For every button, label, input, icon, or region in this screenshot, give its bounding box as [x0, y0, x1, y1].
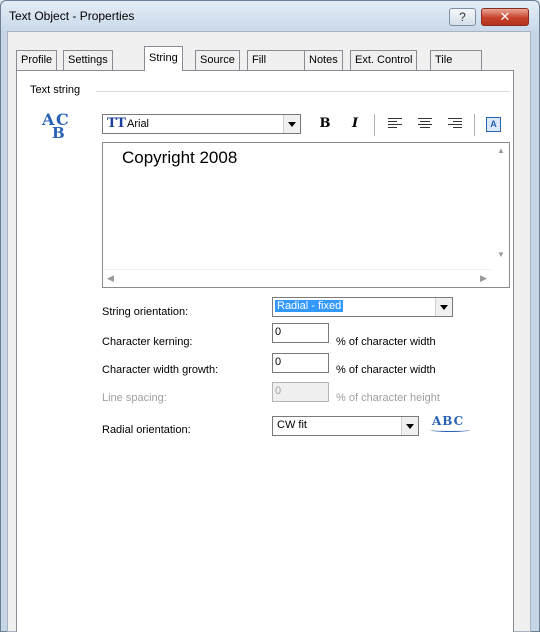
chevron-down-icon[interactable]: [435, 298, 452, 316]
radial-text-preview-icon: ABC: [430, 414, 470, 432]
string-orientation-label: String orientation:: [102, 306, 189, 318]
vertical-scrollbar[interactable]: ▲ ▼: [492, 143, 509, 269]
tab-source[interactable]: Source: [195, 50, 240, 70]
window-title: Text Object - Properties: [9, 9, 135, 23]
line-spacing-field: 0: [272, 382, 329, 402]
width-growth-unit: % of character width: [336, 364, 436, 376]
title-bar[interactable]: Text Object - Properties ? ✕: [1, 1, 539, 31]
line-spacing-label: Line spacing:: [102, 392, 167, 404]
toolbar-separator: [474, 114, 475, 136]
align-left-icon[interactable]: [388, 118, 402, 130]
align-center-icon[interactable]: [418, 118, 432, 130]
help-button[interactable]: ?: [449, 8, 476, 26]
chevron-down-icon[interactable]: [401, 417, 418, 435]
width-growth-field[interactable]: 0: [272, 353, 329, 373]
string-orientation-value: Radial - fixed: [275, 300, 344, 312]
scroll-down-icon[interactable]: ▼: [497, 250, 505, 259]
group-divider: [96, 91, 510, 92]
tab-string[interactable]: String: [144, 46, 183, 71]
tab-strip: Profile Settings String Source Fill Note…: [16, 46, 506, 71]
horizontal-scrollbar[interactable]: ◀ ▶: [103, 269, 492, 287]
radial-orientation-value: CW fit: [277, 419, 307, 431]
tab-ext-control[interactable]: Ext. Control: [350, 50, 418, 70]
tab-settings[interactable]: Settings: [63, 50, 113, 70]
tab-profile[interactable]: Profile: [16, 50, 58, 70]
font-name: Arial: [127, 118, 150, 130]
text-string-value: Copyright 2008: [122, 148, 238, 167]
text-string-input[interactable]: Copyright 2008 ▲ ▼ ◀ ▶: [102, 142, 510, 288]
tab-fill[interactable]: Fill: [247, 50, 307, 70]
truetype-font-icon: TT: [107, 116, 126, 131]
abc-preview-text: ABC: [432, 414, 465, 428]
character-kerning-unit: % of character width: [336, 336, 436, 348]
scroll-up-icon[interactable]: ▲: [497, 146, 505, 155]
font-select[interactable]: TT Arial: [102, 114, 301, 134]
scroll-left-icon[interactable]: ◀: [107, 273, 114, 284]
toolbar-separator: [374, 114, 375, 136]
radial-orientation-select[interactable]: CW fit: [272, 416, 419, 436]
character-kerning-field[interactable]: 0: [272, 323, 329, 343]
italic-button[interactable]: I: [344, 114, 366, 134]
line-spacing-unit: % of character height: [336, 392, 440, 404]
tab-notes[interactable]: Notes: [304, 50, 343, 70]
width-growth-label: Character width growth:: [102, 364, 219, 376]
chevron-down-icon[interactable]: [283, 115, 300, 133]
radial-orientation-label: Radial orientation:: [102, 424, 191, 436]
align-right-icon[interactable]: [448, 118, 462, 130]
text-frame-icon[interactable]: A: [486, 117, 501, 132]
close-button[interactable]: ✕: [481, 8, 529, 26]
text-string-group-label: Text string: [28, 84, 83, 96]
tab-tile[interactable]: Tile: [430, 50, 482, 70]
string-orientation-select[interactable]: Radial - fixed: [272, 297, 453, 317]
arc-decoration: [430, 428, 470, 432]
character-kerning-label: Character kerning:: [102, 336, 193, 348]
text-object-icon: ACB: [42, 110, 69, 142]
scroll-right-icon[interactable]: ▶: [480, 273, 487, 284]
bold-button[interactable]: B: [314, 114, 336, 134]
